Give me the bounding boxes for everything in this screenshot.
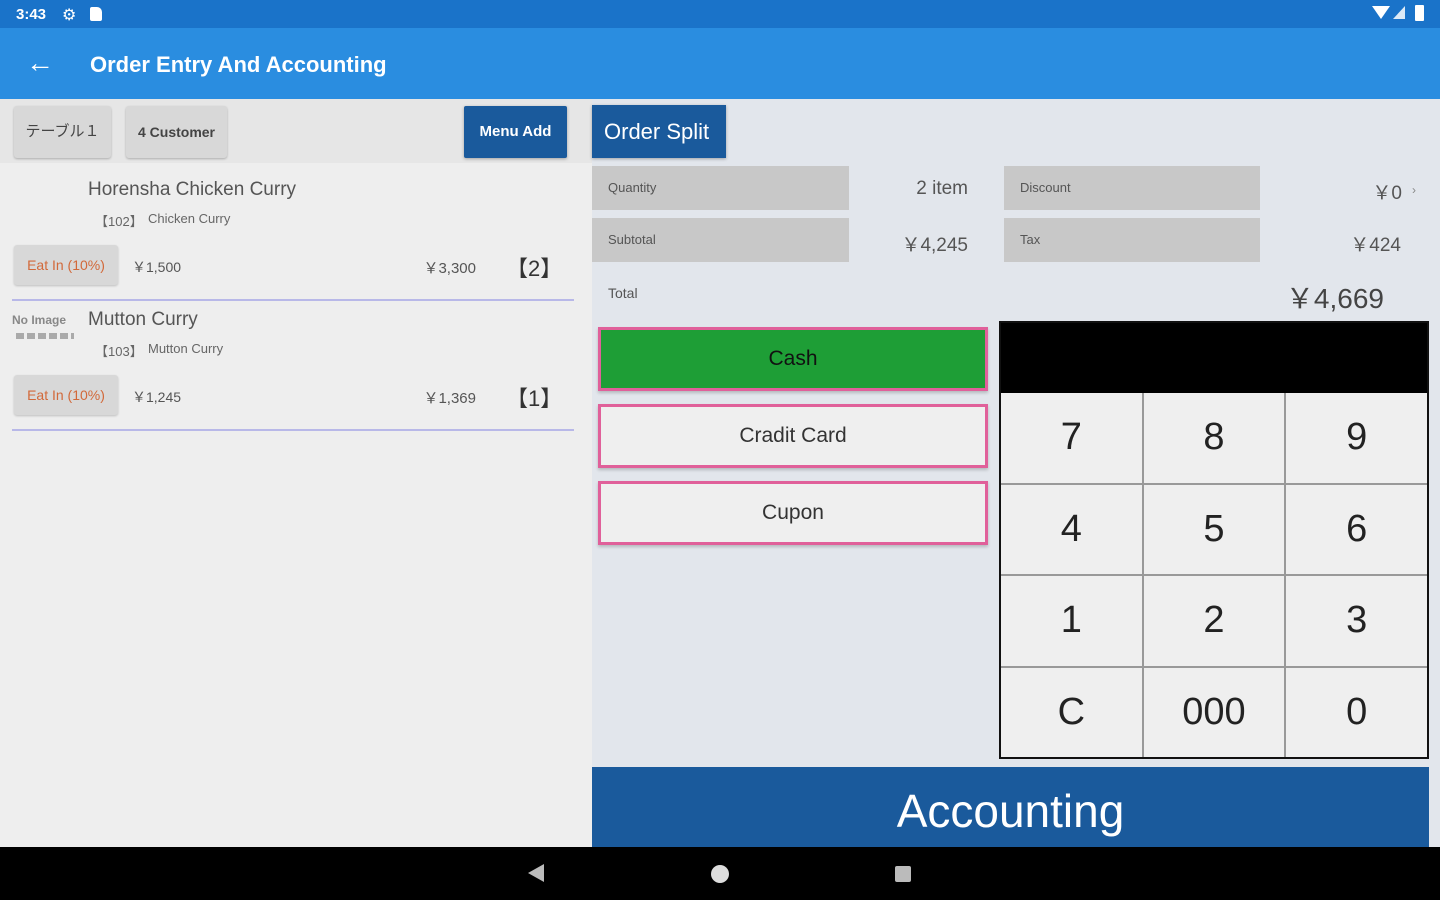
key-5[interactable]: 5	[1143, 484, 1285, 574]
item-quantity[interactable]: 【1】	[506, 381, 562, 413]
total-value: ￥4,669	[1285, 283, 1384, 314]
app-bar: ← Order Entry And Accounting	[0, 28, 1440, 99]
total-label: Total	[608, 285, 638, 301]
item-divider	[12, 429, 574, 431]
wifi-icon	[1372, 6, 1390, 19]
item-subname: Mutton Curry	[148, 341, 224, 356]
quantity-value: 2 item	[916, 178, 968, 199]
accounting-pane: Order Split Quantity 2 item Discount ￥0 …	[592, 99, 1440, 847]
quantity-label: Quantity	[592, 166, 849, 210]
keypad-grid: 7 8 9 4 5 6 1 2 3 C 000 0	[1001, 393, 1427, 757]
chevron-right-icon: ›	[1412, 183, 1416, 197]
item-code: 【102】	[95, 214, 143, 229]
accounting-button[interactable]: Accounting	[592, 767, 1429, 847]
item-line-price: ￥3,300	[423, 260, 476, 277]
tax-value: ￥424	[1350, 235, 1401, 256]
key-1[interactable]: 1	[1001, 576, 1142, 666]
no-image-caption	[16, 333, 74, 339]
key-3[interactable]: 3	[1286, 576, 1427, 666]
subtotal-label: Subtotal	[592, 218, 849, 262]
page-title: Order Entry And Accounting	[90, 52, 387, 77]
cash-button[interactable]: Cash	[598, 327, 988, 391]
order-item[interactable]: No Image Mutton Curry 【103】 Mutton Curry…	[0, 299, 592, 431]
item-code: 【103】	[95, 344, 143, 359]
discount-label[interactable]: Discount	[1004, 166, 1260, 210]
key-4[interactable]: 4	[1001, 484, 1142, 574]
coupon-button[interactable]: Cupon	[598, 481, 988, 545]
numeric-keypad: 7 8 9 4 5 6 1 2 3 C 000 0	[999, 321, 1429, 759]
item-name: Horensha Chicken Curry	[88, 179, 297, 200]
status-bar: 3:43 ⚙	[0, 0, 1440, 28]
order-item[interactable]: Horensha Chicken Curry 【102】 Chicken Cur…	[0, 169, 592, 301]
settings-gear-icon: ⚙	[62, 7, 77, 24]
eat-in-button[interactable]: Eat In (10%)	[14, 375, 118, 415]
signal-icon	[1393, 6, 1405, 19]
discount-value[interactable]: ￥0	[1272, 178, 1402, 205]
key-0[interactable]: 0	[1286, 667, 1427, 757]
system-nav-bar	[0, 847, 1440, 900]
sd-card-icon	[90, 7, 102, 21]
menu-add-button[interactable]: Menu Add	[464, 106, 567, 158]
status-time: 3:43	[16, 6, 47, 23]
item-quantity[interactable]: 【2】	[506, 251, 562, 283]
item-unit-price: ￥1,245	[132, 389, 182, 405]
battery-icon	[1415, 5, 1424, 21]
item-unit-price: ￥1,500	[132, 259, 182, 275]
table-chip[interactable]: テーブル１	[14, 106, 111, 158]
key-9[interactable]: 9	[1286, 393, 1427, 483]
key-8[interactable]: 8	[1143, 393, 1285, 483]
subtotal-value: ￥4,245	[901, 235, 968, 256]
amount-display	[1001, 323, 1427, 393]
eat-in-button[interactable]: Eat In (10%)	[14, 245, 118, 285]
key-6[interactable]: 6	[1286, 484, 1427, 574]
nav-recents-icon[interactable]	[895, 866, 911, 882]
key-7[interactable]: 7	[1001, 393, 1142, 483]
credit-card-button[interactable]: Cradit Card	[598, 404, 988, 468]
key-clear[interactable]: C	[1001, 667, 1142, 757]
back-arrow-icon[interactable]: ←	[26, 48, 56, 78]
tax-label: Tax	[1004, 218, 1260, 262]
key-000[interactable]: 000	[1143, 667, 1285, 757]
customer-count-chip[interactable]: 4 Customer	[126, 106, 227, 158]
no-image-placeholder: No Image	[12, 313, 67, 327]
order-split-button[interactable]: Order Split	[592, 105, 726, 158]
item-name: Mutton Curry	[88, 309, 198, 330]
item-line-price: ￥1,369	[423, 390, 476, 407]
nav-home-icon[interactable]	[711, 865, 729, 883]
key-2[interactable]: 2	[1143, 576, 1285, 666]
nav-back-icon[interactable]	[528, 864, 544, 882]
order-list-pane: テーブル１ 4 Customer Menu Add Horensha Chick…	[0, 99, 592, 847]
item-subname: Chicken Curry	[148, 211, 231, 226]
